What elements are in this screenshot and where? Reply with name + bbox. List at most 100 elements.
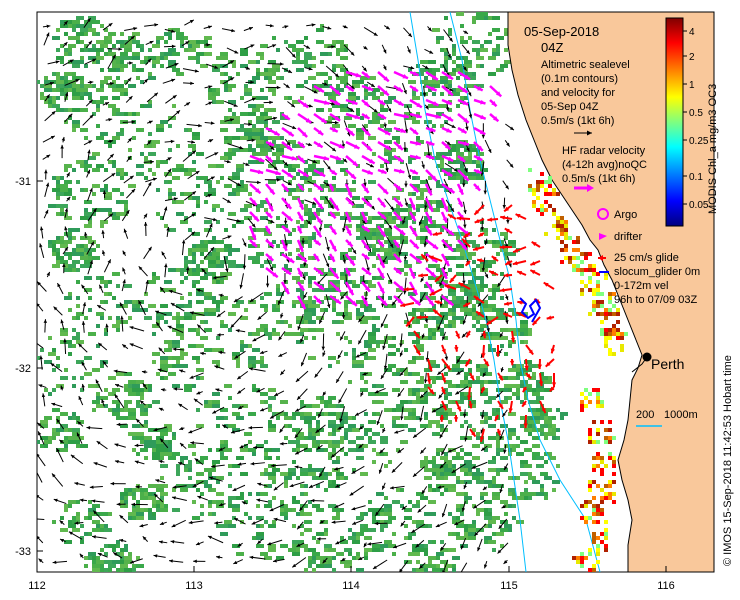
chl-pixel: [116, 132, 124, 136]
chl-pixel: [292, 304, 296, 308]
chl-pixel: [208, 468, 216, 472]
chl-pixel: [340, 440, 344, 444]
chl-pixel: [608, 348, 612, 352]
chl-pixel: [596, 400, 600, 404]
chl-pixel: [148, 304, 156, 308]
chl-pixel: [136, 400, 140, 404]
chl-pixel: [340, 404, 344, 408]
chl-pixel: [184, 260, 192, 264]
chl-pixel: [92, 32, 96, 36]
chl-pixel: [604, 440, 608, 444]
chl-pixel: [380, 108, 388, 112]
chl-pixel: [152, 352, 156, 356]
chl-pixel: [464, 84, 472, 88]
chl-pixel: [484, 40, 488, 44]
chl-pixel: [92, 248, 96, 252]
chl-pixel: [528, 432, 532, 436]
chl-pixel: [392, 532, 396, 536]
chl-pixel: [132, 308, 140, 312]
chl-pixel: [196, 424, 204, 428]
chl-pixel: [588, 480, 592, 484]
chl-pixel: [496, 448, 504, 452]
chl-pixel: [576, 268, 580, 272]
chl-pixel: [532, 204, 536, 208]
chl-pixel: [480, 280, 484, 284]
chl-pixel: [152, 512, 156, 516]
chl-pixel: [192, 316, 196, 320]
chl-pixel: [284, 264, 288, 268]
chl-pixel: [348, 312, 352, 316]
chl-pixel: [124, 404, 128, 408]
chl-pixel: [108, 160, 112, 164]
chl-pixel: [528, 476, 536, 480]
chl-pixel: [448, 320, 456, 324]
chl-pixel: [264, 520, 268, 524]
chl-pixel: [124, 48, 132, 52]
chl-pixel: [340, 508, 344, 512]
chl-pixel: [248, 516, 252, 520]
chl-pixel: [372, 236, 376, 240]
chl-pixel: [408, 400, 412, 404]
chl-pixel: [428, 580, 432, 584]
chl-pixel: [428, 332, 432, 336]
chl-pixel: [204, 200, 208, 204]
chl-pixel: [160, 316, 164, 320]
chl-pixel: [572, 572, 576, 576]
chl-pixel: [436, 208, 440, 212]
chl-pixel: [352, 416, 356, 420]
chl-pixel: [368, 528, 376, 532]
chl-pixel: [276, 244, 280, 248]
chl-pixel: [376, 412, 380, 416]
chl-pixel: [508, 240, 512, 244]
chl-pixel: [368, 348, 376, 352]
chl-pixel: [600, 312, 604, 316]
chl-pixel: [68, 428, 72, 432]
chl-pixel: [184, 384, 192, 388]
chl-pixel: [452, 568, 456, 572]
chl-pixel: [156, 352, 160, 356]
chl-pixel: [292, 428, 300, 432]
chl-pixel: [512, 392, 520, 396]
chl-pixel: [596, 292, 600, 296]
chl-pixel: [136, 164, 144, 168]
chl-pixel: [100, 524, 104, 528]
chl-pixel: [224, 448, 232, 452]
chl-pixel: [256, 328, 264, 332]
chl-pixel: [96, 32, 100, 36]
chl-pixel: [184, 48, 188, 52]
chl-pixel: [576, 236, 580, 240]
chl-pixel: [52, 432, 60, 436]
chl-pixel: [212, 100, 216, 104]
chl-pixel: [160, 492, 168, 496]
chl-pixel: [316, 28, 324, 32]
chl-pixel: [328, 420, 336, 424]
chl-pixel: [308, 244, 312, 248]
chl-pixel: [224, 184, 232, 188]
chl-pixel: [488, 72, 496, 76]
chl-pixel: [440, 540, 444, 544]
chl-pixel: [284, 484, 288, 488]
chl-pixel: [408, 552, 416, 556]
chl-pixel: [268, 428, 276, 432]
chl-pixel: [428, 500, 436, 504]
chl-pixel: [64, 180, 72, 184]
chl-pixel: [52, 520, 56, 524]
chl-pixel: [304, 36, 308, 40]
chl-pixel: [284, 412, 288, 416]
chl-pixel: [416, 400, 420, 404]
chl-pixel: [352, 360, 356, 364]
chl-pixel: [608, 296, 612, 300]
chl-pixel: [600, 460, 604, 464]
chl-pixel: [488, 508, 492, 512]
chl-pixel: [520, 340, 524, 344]
chl-pixel: [452, 296, 456, 300]
chl-pixel: [356, 456, 364, 460]
chl-pixel: [580, 288, 584, 292]
chl-pixel: [84, 168, 88, 172]
chl-pixel: [420, 240, 424, 244]
chl-pixel: [196, 328, 200, 332]
chl-pixel: [408, 412, 412, 416]
chl-pixel: [252, 132, 256, 136]
chl-pixel: [120, 192, 124, 196]
chl-pixel: [216, 240, 224, 244]
